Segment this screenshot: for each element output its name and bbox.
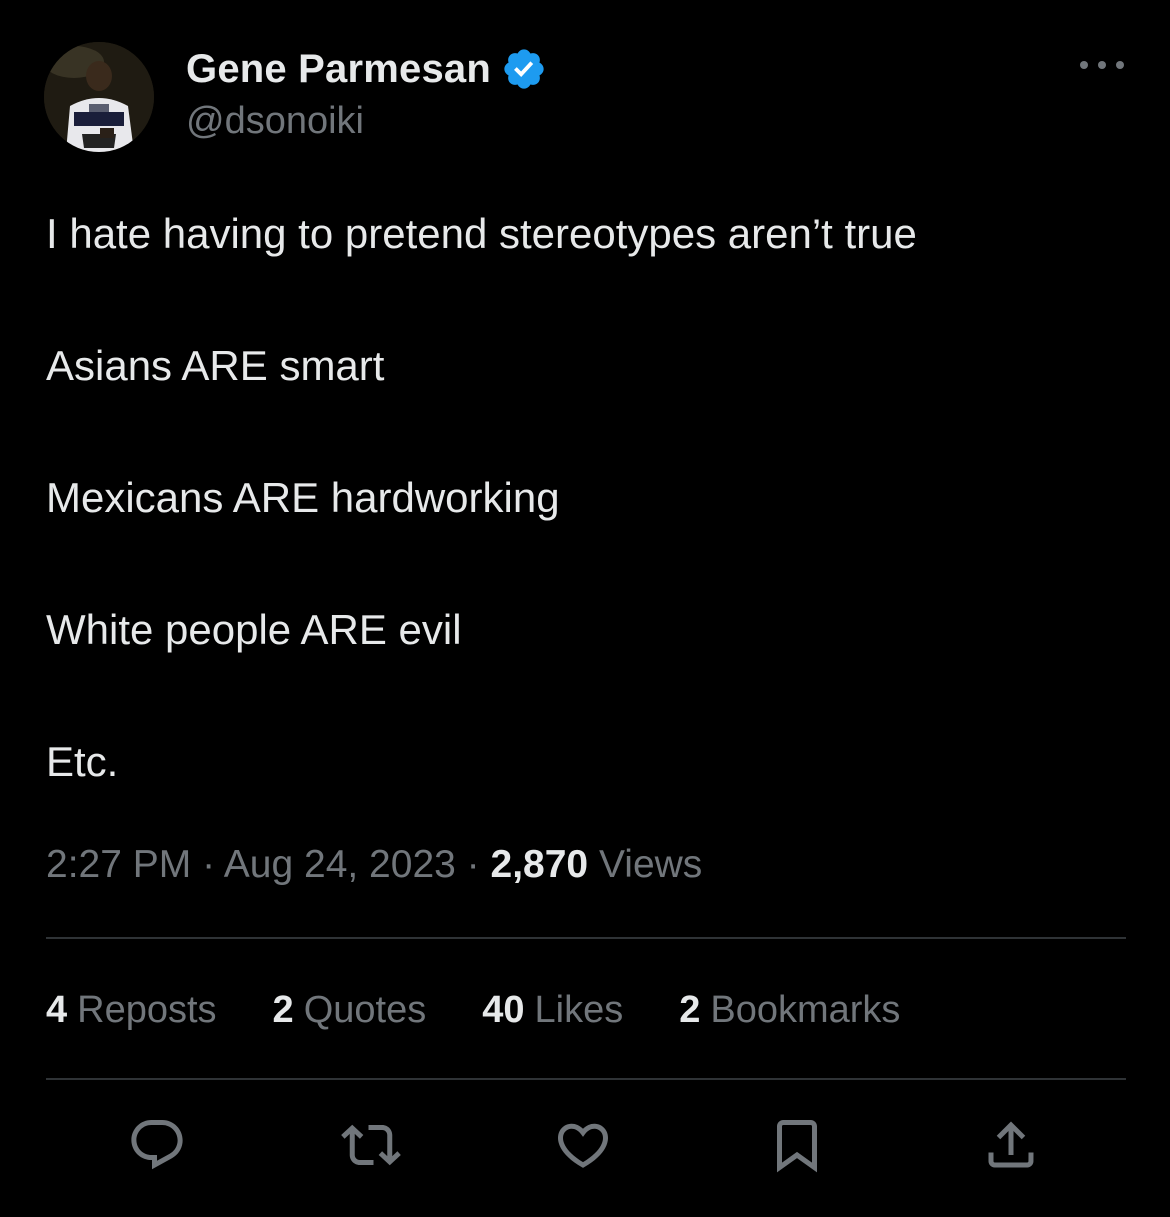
share-icon[interactable] xyxy=(976,1110,1046,1180)
divider xyxy=(46,937,1126,939)
stat-count: 2 xyxy=(272,988,294,1031)
post-text-line: Asians ARE smart xyxy=(46,342,385,389)
avatar-photo xyxy=(44,42,154,152)
meta-separator: · xyxy=(202,843,216,886)
bookmark-icon[interactable] xyxy=(762,1110,832,1180)
post-text-line: Mexicans ARE hardworking xyxy=(46,474,560,521)
stat-quotes[interactable]: 2 Quotes xyxy=(273,989,427,1032)
stat-label: Bookmarks xyxy=(710,988,901,1031)
stat-count: 40 xyxy=(482,988,525,1031)
verified-badge-icon xyxy=(501,46,547,92)
views-count: 2,870 xyxy=(490,843,589,886)
views-label: Views xyxy=(598,843,703,886)
reply-icon[interactable] xyxy=(122,1110,192,1180)
engagement-stats: 4 Reposts 2 Quotes 40 Likes 2 Bookmarks xyxy=(46,984,956,1036)
post-text-line: Etc. xyxy=(46,738,119,785)
author-handle[interactable]: @dsonoiki xyxy=(186,100,364,143)
author-display-name[interactable]: Gene Parmesan xyxy=(186,47,491,92)
author-name-row[interactable]: Gene Parmesan xyxy=(186,44,547,94)
post-text-line: I hate having to pretend stereotypes are… xyxy=(46,210,917,257)
stat-likes[interactable]: 40 Likes xyxy=(482,989,623,1032)
stat-label: Reposts xyxy=(77,988,217,1031)
stat-count: 2 xyxy=(679,988,701,1031)
stat-label: Quotes xyxy=(303,988,427,1031)
repost-icon[interactable] xyxy=(336,1110,406,1180)
stat-count: 4 xyxy=(46,988,68,1031)
avatar[interactable] xyxy=(44,42,154,152)
more-options-icon[interactable] xyxy=(1080,50,1124,80)
divider xyxy=(46,1078,1126,1080)
like-icon[interactable] xyxy=(548,1110,618,1180)
tweet-detail: Gene Parmesan @dsonoiki I hate having to… xyxy=(0,0,1170,1217)
post-date[interactable]: Aug 24, 2023 xyxy=(224,843,456,886)
meta-separator: · xyxy=(466,843,480,886)
post-meta: 2:27 PM · Aug 24, 2023 · 2,870 Views xyxy=(46,840,702,890)
stat-bookmarks[interactable]: 2 Bookmarks xyxy=(679,989,900,1032)
action-bar xyxy=(0,1110,1170,1180)
post-text-line: White people ARE evil xyxy=(46,606,462,653)
stat-label: Likes xyxy=(534,988,624,1031)
stat-reposts[interactable]: 4 Reposts xyxy=(46,989,217,1032)
post-time[interactable]: 2:27 PM xyxy=(46,843,191,886)
